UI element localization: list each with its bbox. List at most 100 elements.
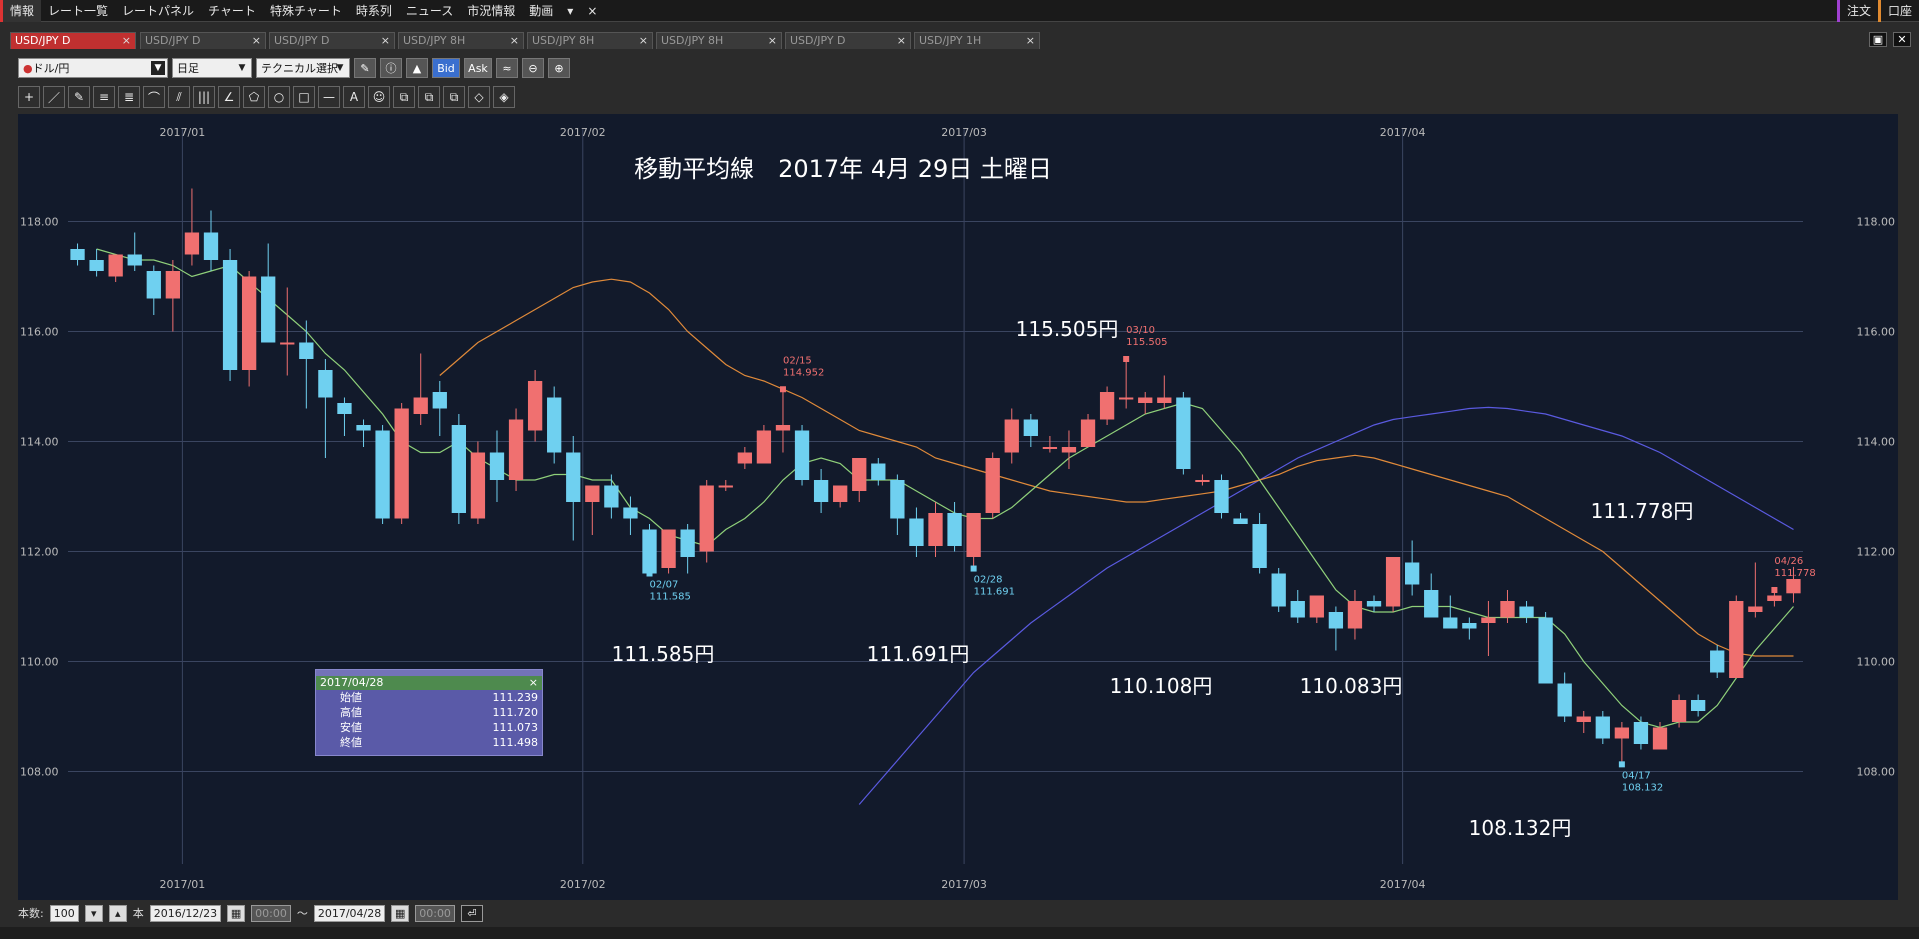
rectangle-icon[interactable]: □ bbox=[293, 86, 315, 108]
tab-usdjpy-8h-1[interactable]: USD/JPY 8H × bbox=[398, 32, 524, 49]
y-tick-label-left: 110.00 bbox=[20, 656, 59, 669]
menu-special-chart[interactable]: 特殊チャート bbox=[263, 0, 349, 22]
tab-usdjpy-d-2[interactable]: USD/JPY D × bbox=[140, 32, 266, 49]
text-icon[interactable]: A bbox=[343, 86, 365, 108]
menu-order[interactable]: 注文 bbox=[1836, 0, 1878, 22]
arc-icon[interactable]: ⌒ bbox=[143, 86, 165, 108]
tab-usdjpy-d-1[interactable]: USD/JPY D × bbox=[10, 32, 136, 49]
menu-chart[interactable]: チャート bbox=[201, 0, 263, 22]
menu-rate-list[interactable]: レート一覧 bbox=[41, 0, 115, 22]
tab-usdjpy-8h-2[interactable]: USD/JPY 8H × bbox=[527, 32, 653, 49]
count-input[interactable]: 100 bbox=[49, 904, 79, 922]
candle-body bbox=[871, 463, 886, 480]
candle-body bbox=[127, 254, 142, 266]
stamp-icon[interactable]: ☺ bbox=[368, 86, 390, 108]
chevron-down-icon[interactable]: ▼ bbox=[235, 61, 249, 75]
chevron-down-icon[interactable]: ▼ bbox=[151, 61, 165, 75]
tab-usdjpy-8h-3[interactable]: USD/JPY 8H × bbox=[656, 32, 782, 49]
copy-icon[interactable]: ⧉ bbox=[393, 86, 415, 108]
close-icon[interactable]: × bbox=[252, 33, 261, 49]
candle-body bbox=[1309, 595, 1324, 618]
candle-body bbox=[1424, 590, 1439, 618]
x-month-label-bottom: 2017/04 bbox=[1380, 878, 1426, 891]
candle-body bbox=[451, 425, 467, 513]
y-tick-label-left: 114.00 bbox=[20, 436, 59, 449]
zoom-out-icon[interactable]: ⊖ bbox=[522, 58, 544, 78]
circle-icon[interactable]: ○ bbox=[268, 86, 290, 108]
bid-button[interactable]: Bid bbox=[432, 58, 460, 78]
calendar-icon[interactable]: ▦ bbox=[391, 904, 410, 922]
gann-fan-icon[interactable]: ∠ bbox=[218, 86, 240, 108]
pen-icon[interactable]: ✎ bbox=[354, 58, 376, 78]
ohlc-info-panel[interactable]: 2017/04/28 × 始値 111.239 高値 111.720 安値 111.0… bbox=[315, 669, 543, 756]
info-icon[interactable]: ⓘ bbox=[380, 58, 402, 78]
candle-body bbox=[604, 485, 619, 508]
close-icon[interactable]: × bbox=[510, 33, 519, 49]
start-date-input[interactable]: 2016/12/23 bbox=[149, 904, 222, 922]
paste-disabled-icon[interactable]: ⧉ bbox=[443, 86, 465, 108]
menu-market-info[interactable]: 市況情報 bbox=[460, 0, 522, 22]
period-select[interactable]: 日足 ▼ bbox=[172, 58, 252, 78]
close-icon[interactable]: × bbox=[381, 33, 390, 49]
vertical-lines-icon[interactable]: ||| bbox=[193, 86, 215, 108]
horizontal-line-icon[interactable]: — bbox=[318, 86, 340, 108]
fibonacci-icon[interactable]: ≣ bbox=[118, 86, 140, 108]
menu-timeseries[interactable]: 時系列 bbox=[349, 0, 399, 22]
marker-value: 114.952 bbox=[783, 367, 824, 378]
chevron-down-icon[interactable]: ▾ bbox=[84, 904, 103, 922]
candle-body bbox=[1195, 480, 1210, 482]
currency-pair-select[interactable]: ● ドル/円 ▼ bbox=[18, 58, 168, 78]
maximize-icon[interactable]: ▣ bbox=[1869, 32, 1887, 47]
delete-all-icon[interactable]: ◈ bbox=[493, 86, 515, 108]
tab-usdjpy-d-3[interactable]: USD/JPY D × bbox=[269, 32, 395, 49]
info-row-low: 安値 111.073 bbox=[316, 720, 542, 735]
channel-icon[interactable]: ⫽ bbox=[168, 86, 190, 108]
chevron-down-icon[interactable]: ▼ bbox=[333, 61, 347, 75]
flag-icon: ● bbox=[23, 61, 33, 75]
end-date-input[interactable]: 2017/04/28 bbox=[313, 904, 386, 922]
area-chart-icon[interactable]: ▲ bbox=[406, 58, 428, 78]
menu-close-icon[interactable]: × bbox=[580, 0, 604, 22]
candle-body bbox=[203, 232, 219, 260]
return-icon[interactable]: ⏎ bbox=[460, 904, 483, 922]
info-row-high: 高値 111.720 bbox=[316, 705, 542, 720]
candle-body bbox=[527, 381, 543, 431]
extreme-marker bbox=[779, 386, 786, 393]
trendline-icon[interactable]: ／ bbox=[43, 86, 65, 108]
price-annotation: 110.108円 bbox=[1110, 674, 1213, 698]
crosshair-icon[interactable]: + bbox=[18, 86, 40, 108]
candle-body bbox=[1767, 595, 1782, 601]
x-month-label-top: 2017/03 bbox=[941, 126, 987, 139]
close-icon[interactable]: × bbox=[897, 33, 906, 49]
ask-button[interactable]: Ask bbox=[464, 58, 492, 78]
menu-account[interactable]: 口座 bbox=[1877, 0, 1919, 22]
pentagon-icon[interactable]: ⬠ bbox=[243, 86, 265, 108]
close-icon[interactable]: × bbox=[122, 33, 131, 49]
close-window-icon[interactable]: ✕ bbox=[1893, 32, 1911, 47]
copy-disabled-icon[interactable]: ⧉ bbox=[418, 86, 440, 108]
close-icon[interactable]: × bbox=[529, 676, 538, 690]
technical-select[interactable]: テクニカル選択 ▼ bbox=[256, 58, 350, 78]
menu-info[interactable]: 情報 bbox=[0, 0, 42, 22]
close-icon[interactable]: × bbox=[768, 33, 777, 49]
chevron-up-icon[interactable]: ▴ bbox=[108, 904, 127, 922]
calendar-icon[interactable]: ▦ bbox=[227, 904, 246, 922]
range-tilde: 〜 bbox=[296, 907, 308, 920]
delete-icon[interactable]: ◇ bbox=[468, 86, 490, 108]
close-icon[interactable]: × bbox=[1026, 33, 1035, 49]
tab-usdjpy-d-4[interactable]: USD/JPY D × bbox=[785, 32, 911, 49]
zoom-in-icon[interactable]: ⊕ bbox=[548, 58, 570, 78]
marker-date: 04/17 bbox=[1622, 770, 1651, 781]
horizontal-lines-icon[interactable]: ≡ bbox=[93, 86, 115, 108]
candlestick-chart[interactable]: 118.00 118.00 116.00 116.00 114.00 114.00 112.… bbox=[18, 114, 1898, 900]
chart-area[interactable]: 118.00 118.00 116.00 116.00 114.00 114.00 112.… bbox=[18, 114, 1898, 900]
menu-video[interactable]: 動画 bbox=[522, 0, 560, 22]
menu-news[interactable]: ニュース bbox=[399, 0, 460, 22]
menu-rate-panel[interactable]: レートパネル bbox=[115, 0, 201, 22]
chart-style-icon[interactable]: ≈ bbox=[496, 58, 518, 78]
eraser-icon[interactable]: ✎ bbox=[68, 86, 90, 108]
tab-usdjpy-1h[interactable]: USD/JPY 1H × bbox=[914, 32, 1040, 49]
close-icon[interactable]: × bbox=[639, 33, 648, 49]
status-strip bbox=[0, 927, 1919, 939]
menu-dropdown-icon[interactable]: ▾ bbox=[560, 0, 580, 22]
